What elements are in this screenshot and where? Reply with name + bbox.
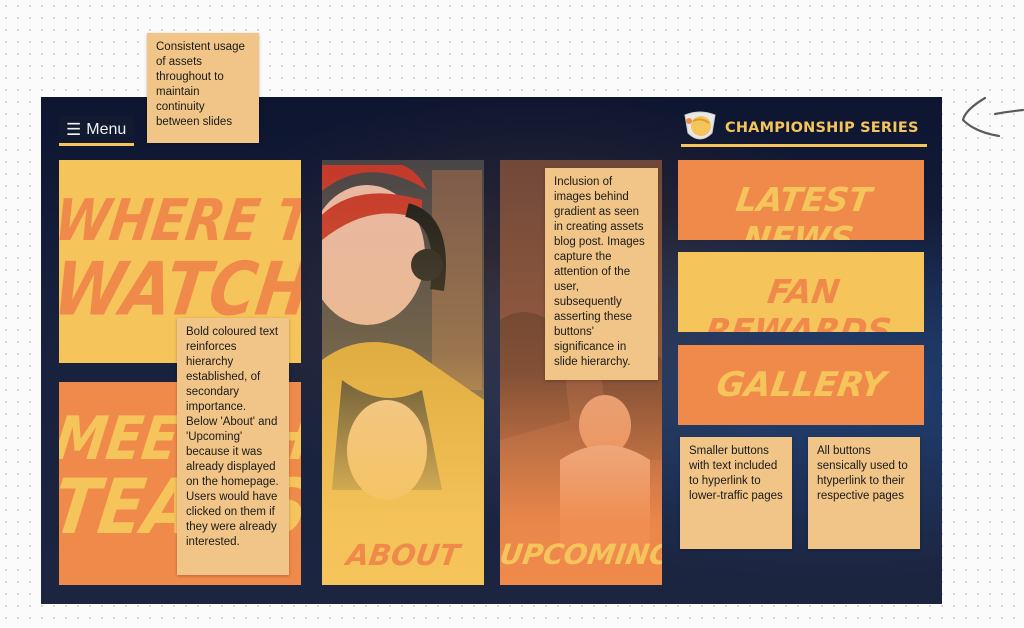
hand-drawn-arrow-icon [961, 96, 1024, 138]
brand-header[interactable]: CHAMPIONSHIP SERIES [681, 111, 927, 147]
menu-label: Menu [86, 120, 127, 138]
player-photo [322, 160, 484, 585]
brand-name: CHAMPIONSHIP SERIES [725, 119, 919, 136]
upcoming-label: UPCOMING [500, 538, 662, 571]
hamburger-icon: ☰ [66, 120, 82, 139]
sticky-note-bold-text: Bold coloured text reinforces hierarchy … [177, 318, 289, 575]
gallery-tile[interactable]: GALLERY [678, 345, 924, 425]
menu-button[interactable]: ☰ Menu [59, 116, 134, 146]
sticky-note-assets: Consistent usage of assets throughout to… [147, 33, 259, 143]
sticky-note-all-buttons: All buttons sensically used to htyperlin… [808, 437, 920, 549]
sticky-note-smaller-buttons: Smaller buttons with text included to hy… [680, 437, 792, 549]
gallery-label: GALLERY [713, 365, 889, 405]
latest-news-label: LATEST NEWS [733, 180, 874, 240]
fan-rewards-tile[interactable]: FAN REWARDS [678, 252, 924, 332]
about-label: ABOUT [344, 538, 462, 572]
about-tile[interactable]: ABOUT [322, 160, 484, 585]
latest-news-tile[interactable]: LATEST NEWS [678, 160, 924, 240]
shield-ball-logo-icon [684, 111, 716, 139]
sticky-note-gradient: Inclusion of images behind gradient as s… [545, 168, 658, 380]
where-to-watch-line1: WHERE TO [59, 187, 301, 254]
where-to-watch-line2: WATCH [59, 247, 301, 334]
fan-rewards-label: FAN REWARDS [702, 272, 894, 332]
